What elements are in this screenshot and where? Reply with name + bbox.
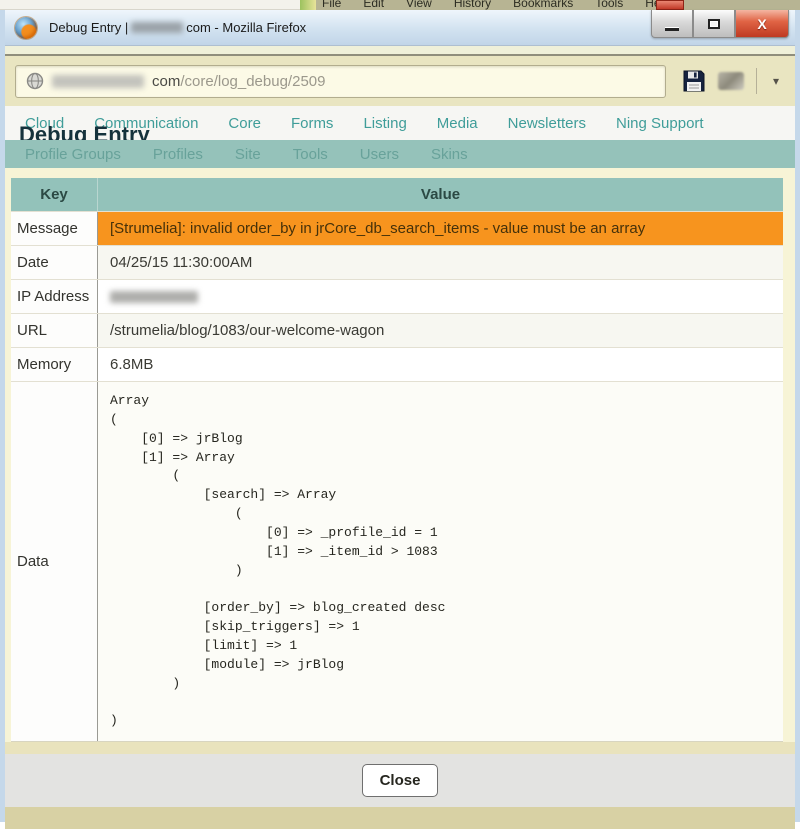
table-header-row: Key Value xyxy=(11,178,783,212)
nav-item-tools[interactable]: Tools xyxy=(293,146,328,163)
browser-toolbar: com/core/log_debug/2509 ▾ xyxy=(5,56,795,106)
ip-address-value xyxy=(98,280,783,313)
addon-icon[interactable] xyxy=(718,72,744,90)
close-button[interactable]: Close xyxy=(362,764,439,797)
url-bar[interactable]: com/core/log_debug/2509 xyxy=(15,65,666,98)
key-column-header: Key xyxy=(11,178,98,211)
bg-menu-tools[interactable]: Tools xyxy=(595,0,623,10)
page-content: Cloud Communication Core Forms Listing M… xyxy=(5,106,795,829)
value-column-header: Value xyxy=(98,178,783,211)
row-key-label: Data xyxy=(11,382,98,741)
background-window-toolbar xyxy=(0,0,300,10)
memory-value: 6.8MB xyxy=(98,348,783,381)
table-row-data: Data Array ( [0] => jrBlog [1] => Array … xyxy=(11,382,783,741)
nav-item-forms[interactable]: Forms xyxy=(291,115,334,132)
window-title: Debug Entry | com - Mozilla Firefox xyxy=(49,20,306,35)
row-key-label: Date xyxy=(11,246,98,279)
titlebar[interactable]: Debug Entry | com - Mozilla Firefox X xyxy=(5,10,795,46)
content-gap xyxy=(5,168,795,178)
url-path: /core/log_debug/2509 xyxy=(180,73,325,90)
bg-menu-history[interactable]: History xyxy=(454,0,491,10)
debug-entry-table: Key Value Message [Strumelia]: invalid o… xyxy=(11,178,783,742)
date-value: 04/25/15 11:30:00AM xyxy=(98,246,783,279)
table-row-date: Date 04/25/15 11:30:00AM xyxy=(11,246,783,280)
data-value: Array ( [0] => jrBlog [1] => Array ( [se… xyxy=(98,382,783,741)
bottom-strip xyxy=(5,807,795,829)
minimize-button[interactable] xyxy=(651,10,693,38)
maximize-icon xyxy=(708,19,720,29)
nav-item-ning-support[interactable]: Ning Support xyxy=(616,115,704,132)
window-title-suffix: com - Mozilla Firefox xyxy=(186,20,306,35)
close-window-button[interactable]: X xyxy=(735,10,789,38)
nav-item-listing[interactable]: Listing xyxy=(363,115,406,132)
background-close-button[interactable] xyxy=(656,0,684,10)
window-controls: X xyxy=(651,10,789,38)
nav-item-newsletters[interactable]: Newsletters xyxy=(508,115,586,132)
table-row-message: Message [Strumelia]: invalid order_by in… xyxy=(11,212,783,246)
table-row-memory: Memory 6.8MB xyxy=(11,348,783,382)
maximize-button[interactable] xyxy=(693,10,735,38)
save-icon[interactable] xyxy=(682,69,706,93)
row-key-label: Memory xyxy=(11,348,98,381)
bg-menu-edit[interactable]: Edit xyxy=(363,0,384,10)
data-array-dump: Array ( [0] => jrBlog [1] => Array ( [se… xyxy=(110,392,771,731)
nav-item-profile-groups[interactable]: Profile Groups xyxy=(25,146,121,163)
toolbar-separator xyxy=(756,68,757,94)
redacted-ip-address xyxy=(110,291,198,303)
url-value: /strumelia/blog/1083/our-welcome-wagon xyxy=(98,314,783,347)
nav-item-site[interactable]: Site xyxy=(235,146,261,163)
nav-item-users[interactable]: Users xyxy=(360,146,399,163)
background-window-icon xyxy=(300,0,316,10)
modal-footer: Close xyxy=(5,754,795,807)
footer-top-strip xyxy=(5,742,795,754)
firefox-icon xyxy=(15,17,37,39)
redacted-domain-title xyxy=(131,22,183,33)
row-key-label: Message xyxy=(11,212,98,245)
url-text: com/core/log_debug/2509 xyxy=(152,73,325,90)
background-window-menubar: File Edit View History Bookmarks Tools H… xyxy=(300,0,800,10)
bg-menu-view[interactable]: View xyxy=(406,0,432,10)
nav-item-skins[interactable]: Skins xyxy=(431,146,468,163)
background-window-strip: File Edit View History Bookmarks Tools H… xyxy=(0,0,800,10)
bg-menu-bookmarks[interactable]: Bookmarks xyxy=(513,0,573,10)
url-domain-suffix: com xyxy=(152,73,180,90)
redacted-domain-url xyxy=(52,75,144,88)
nav-item-media[interactable]: Media xyxy=(437,115,478,132)
secondary-nav: Profile Groups Profiles Site Tools Users… xyxy=(5,140,795,168)
chrome-top-strip xyxy=(5,46,795,54)
firefox-window: Debug Entry | com - Mozilla Firefox X xyxy=(0,10,800,822)
globe-icon xyxy=(26,72,44,90)
chevron-down-icon[interactable]: ▾ xyxy=(769,74,783,88)
minimize-icon xyxy=(665,28,679,31)
message-value: [Strumelia]: invalid order_by in jrCore_… xyxy=(98,212,783,245)
row-key-label: IP Address xyxy=(11,280,98,313)
bg-menu-file[interactable]: File xyxy=(322,0,341,10)
row-key-label: URL xyxy=(11,314,98,347)
table-row-ip-address: IP Address xyxy=(11,280,783,314)
table-row-url: URL /strumelia/blog/1083/our-welcome-wag… xyxy=(11,314,783,348)
window-title-prefix: Debug Entry | xyxy=(49,20,128,35)
nav-item-profiles[interactable]: Profiles xyxy=(153,146,203,163)
nav-item-core[interactable]: Core xyxy=(228,115,261,132)
